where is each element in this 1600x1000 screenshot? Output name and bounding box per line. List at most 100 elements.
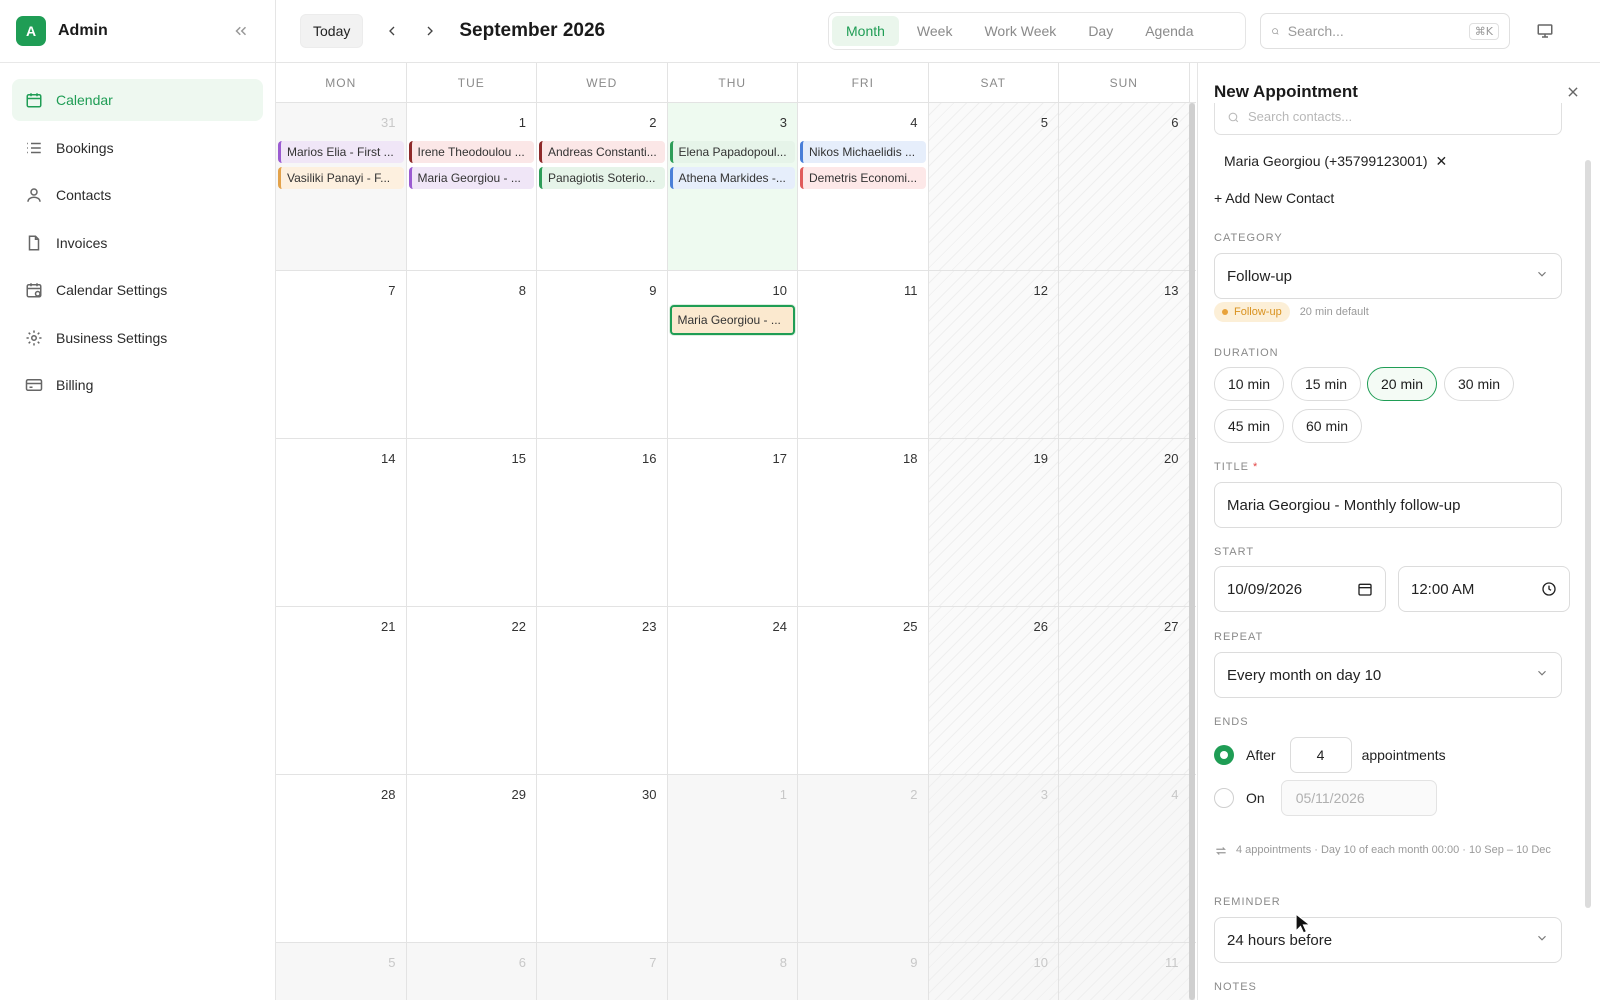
duration-20-button[interactable]: 20 min	[1367, 367, 1438, 401]
next-month-button[interactable]	[415, 16, 445, 46]
event-chip[interactable]: Panagiotis Soterio...	[539, 167, 665, 189]
ends-on-radio[interactable]	[1214, 788, 1234, 808]
day-cell[interactable]: 23	[537, 607, 668, 774]
chevron-down-icon	[1535, 267, 1549, 285]
day-cell[interactable]: 24	[667, 607, 798, 774]
day-cell[interactable]: 13	[1059, 271, 1190, 438]
event-chip[interactable]: Elena Papadopoul...	[669, 141, 795, 163]
calendar-scrollbar-thumb[interactable]	[1189, 103, 1195, 1000]
day-cell[interactable]: 4 Nikos Michaelidis ... Demetris Economi…	[798, 103, 929, 270]
event-chip[interactable]: Irene Theodoulou ...	[408, 141, 534, 163]
event-chip[interactable]: Nikos Michaelidis ...	[800, 141, 926, 163]
day-cell[interactable]: 4	[1059, 775, 1190, 942]
day-cell[interactable]: 15	[406, 439, 537, 606]
panel-scrollbar[interactable]	[1585, 160, 1591, 908]
view-week-tab[interactable]: Week	[903, 16, 967, 46]
day-cell[interactable]: 3	[928, 775, 1059, 942]
day-cell[interactable]: 25	[798, 607, 929, 774]
add-new-contact-link[interactable]: + Add New Contact	[1214, 190, 1334, 206]
title-input[interactable]	[1214, 482, 1562, 528]
day-cell[interactable]: 30	[537, 775, 668, 942]
day-cell[interactable]: 2 Andreas Constanti... Panagiotis Soteri…	[537, 103, 668, 270]
remove-contact-icon[interactable]: ✕	[1436, 153, 1448, 170]
day-cell[interactable]: 29	[406, 775, 537, 942]
day-cell[interactable]: 19	[928, 439, 1059, 606]
duration-60-button[interactable]: 60 min	[1292, 409, 1363, 443]
day-cell[interactable]: 9	[537, 271, 668, 438]
day-cell[interactable]: 7	[276, 271, 407, 438]
start-time-input[interactable]: 12:00 AM	[1398, 566, 1570, 612]
sidebar-item-bookings[interactable]: Bookings	[12, 127, 263, 169]
day-cell[interactable]: 22	[406, 607, 537, 774]
day-number: 20	[1164, 451, 1179, 466]
view-day-tab[interactable]: Day	[1074, 16, 1127, 46]
event-chip[interactable]: Maria Georgiou - ...	[408, 167, 534, 189]
category-select[interactable]: Follow-up	[1214, 253, 1562, 299]
day-cell[interactable]: 12	[928, 271, 1059, 438]
search-input[interactable]	[1287, 23, 1469, 39]
start-date-input[interactable]: 10/09/2026	[1214, 566, 1386, 612]
event-chip[interactable]: Marios Elia - First ...	[278, 141, 404, 163]
repeat-select[interactable]: Every month on day 10	[1214, 652, 1562, 698]
day-cell[interactable]: 7	[537, 943, 668, 1000]
sidebar-item-contacts[interactable]: Contacts	[12, 174, 263, 216]
contact-search-input[interactable]	[1248, 109, 1488, 124]
ends-after-radio[interactable]	[1214, 745, 1234, 765]
day-cell[interactable]: 17	[667, 439, 798, 606]
day-cell[interactable]: 10 Maria Georgiou - ...	[667, 271, 798, 438]
sidebar-item-calendar-settings[interactable]: Calendar Settings	[12, 269, 263, 311]
reminder-select[interactable]: 24 hours before	[1214, 917, 1562, 963]
sidebar-item-invoices[interactable]: Invoices	[12, 222, 263, 264]
day-cell[interactable]: 1	[667, 775, 798, 942]
day-cell[interactable]: 2	[798, 775, 929, 942]
duration-10-button[interactable]: 10 min	[1214, 367, 1285, 401]
calendar-week: 14 15 16 17 18 19 20	[276, 439, 1196, 607]
previous-month-button[interactable]	[377, 16, 407, 46]
day-cell[interactable]: 6	[1059, 103, 1190, 270]
day-cell[interactable]: 10	[928, 943, 1059, 1000]
view-month-tab[interactable]: Month	[832, 16, 899, 46]
day-number: 15	[511, 451, 526, 466]
avatar[interactable]: A	[16, 16, 46, 46]
day-cell[interactable]: 8	[406, 271, 537, 438]
day-cell[interactable]: 14	[276, 439, 407, 606]
day-cell-today[interactable]: 3 Elena Papadopoul... Athena Markides -.…	[667, 103, 798, 270]
event-chip[interactable]: Vasiliki Panayi - F...	[278, 167, 404, 189]
day-cell[interactable]: 5	[928, 103, 1059, 270]
view-agenda-tab[interactable]: Agenda	[1131, 16, 1207, 46]
day-cell[interactable]: 5	[276, 943, 407, 1000]
day-cell[interactable]: 11	[1059, 943, 1190, 1000]
day-cell[interactable]: 26	[928, 607, 1059, 774]
sidebar-item-business-settings[interactable]: Business Settings	[12, 317, 263, 359]
duration-30-button[interactable]: 30 min	[1444, 367, 1515, 401]
sidebar-item-calendar[interactable]: Calendar	[12, 79, 263, 121]
view-work-week-tab[interactable]: Work Week	[970, 16, 1070, 46]
ends-after-count-input[interactable]	[1289, 737, 1352, 773]
day-cell[interactable]: 6	[406, 943, 537, 1000]
workspace-title: Admin	[58, 22, 108, 39]
day-cell[interactable]: 28	[276, 775, 407, 942]
day-cell[interactable]: 9	[798, 943, 929, 1000]
event-chip[interactable]: Athena Markides -...	[669, 167, 795, 189]
day-cell[interactable]: 21	[276, 607, 407, 774]
collapse-sidebar-button[interactable]	[229, 19, 253, 43]
calendar-scrollbar[interactable]	[1189, 103, 1195, 1000]
sidebar-item-billing[interactable]: Billing	[12, 364, 263, 406]
day-cell[interactable]: 11	[798, 271, 929, 438]
day-cell[interactable]: 27	[1059, 607, 1190, 774]
event-chip[interactable]: Demetris Economi...	[800, 167, 926, 189]
day-cell[interactable]: 20	[1059, 439, 1190, 606]
day-cell[interactable]: 8	[667, 943, 798, 1000]
display-mode-button[interactable]	[1532, 18, 1558, 44]
event-chip[interactable]: Andreas Constanti...	[539, 141, 665, 163]
selected-event-chip[interactable]: Maria Georgiou - ...	[669, 305, 795, 335]
day-cell[interactable]: 18	[798, 439, 929, 606]
today-button[interactable]: Today	[300, 14, 364, 48]
ends-on-date-input[interactable]: 05/11/2026	[1280, 780, 1437, 816]
duration-15-button[interactable]: 15 min	[1291, 367, 1362, 401]
day-cell[interactable]: 31 Marios Elia - First ... Vasiliki Pana…	[276, 103, 407, 270]
duration-45-button[interactable]: 45 min	[1214, 409, 1285, 443]
day-cell[interactable]: 16	[537, 439, 668, 606]
close-panel-button[interactable]	[1562, 81, 1584, 103]
day-cell[interactable]: 1 Irene Theodoulou ... Maria Georgiou - …	[406, 103, 537, 270]
